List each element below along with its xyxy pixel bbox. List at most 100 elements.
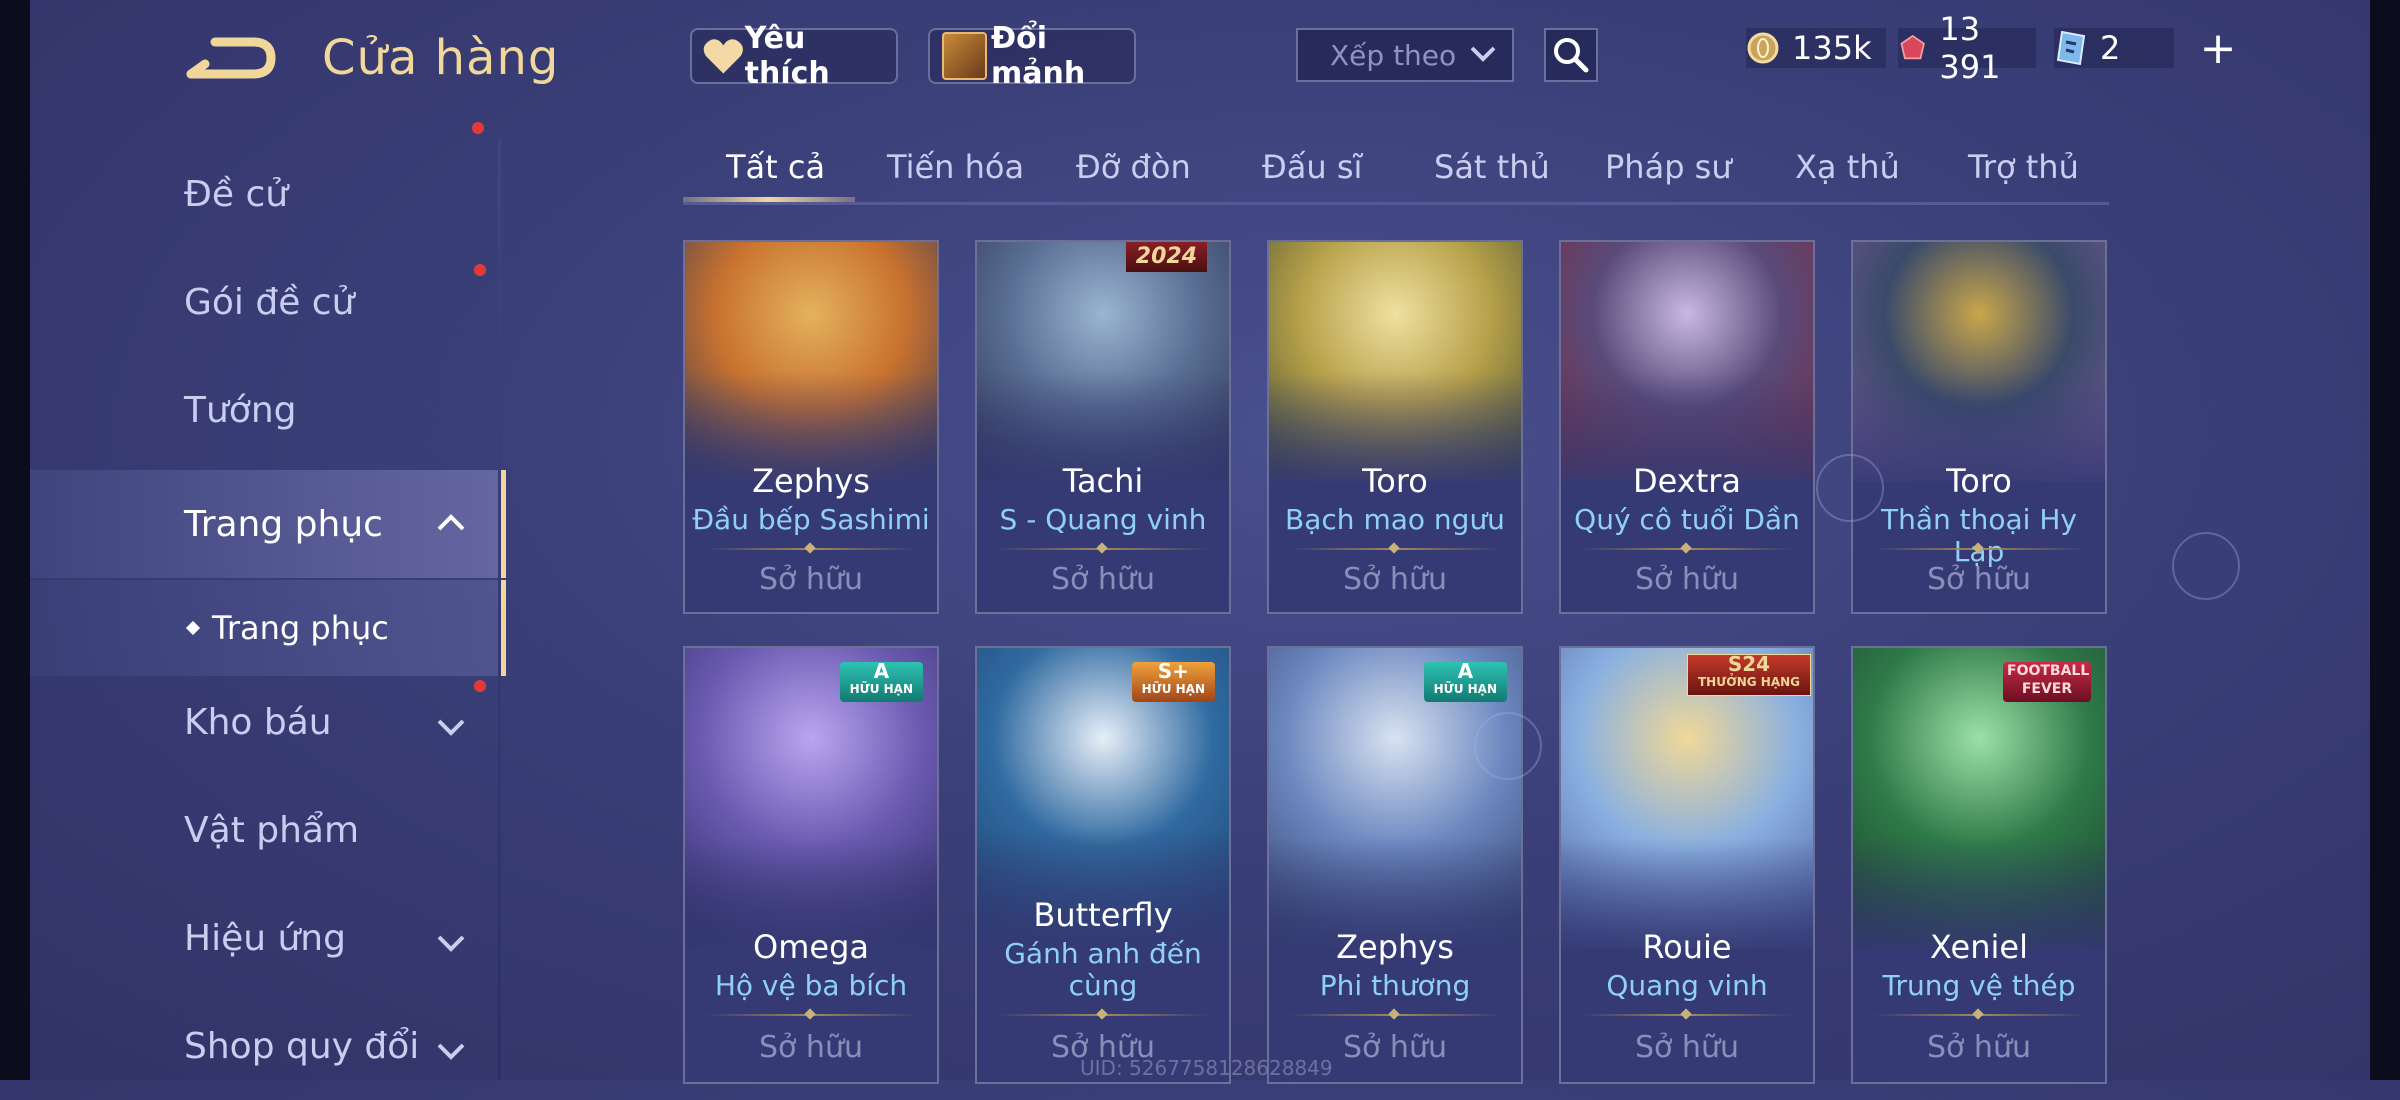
fragment-chest-icon [942, 32, 987, 80]
divider-ornament [1096, 542, 1108, 554]
notification-dot [472, 122, 484, 134]
back-arrow-icon [186, 37, 276, 79]
tab-mage[interactable]: Pháp sư [1605, 148, 1732, 186]
voucher-balance: 13 391 [1898, 10, 2036, 86]
skin-name: Quý cô tuổi Dần [1574, 503, 1800, 536]
screen-edge-left [0, 0, 30, 1080]
event-badge: FOOTBALL FEVER [2003, 662, 2091, 702]
badge-tier: S+ [1157, 659, 1189, 683]
divider-ornament [1680, 1008, 1692, 1020]
hero-name: Butterfly [1033, 896, 1173, 934]
hero-name: Dextra [1632, 462, 1741, 500]
divider-ornament [1388, 542, 1400, 554]
owned-status: Sở hữu [1927, 562, 2031, 597]
year-badge: 2024 [1125, 242, 1207, 272]
skin-card[interactable]: S+ HỮU HẠN Butterfly Gánh anh đến cùng Sở… [975, 646, 1231, 1084]
tab-tank[interactable]: Đỡ đòn [1076, 148, 1191, 186]
rarity-badge: S+ HỮU HẠN [1131, 659, 1215, 702]
heart-icon [703, 39, 743, 74]
divider-ornament [1388, 1008, 1400, 1020]
chevron-up-icon [436, 506, 466, 539]
gold-balance: 135k [1746, 28, 1886, 68]
hero-name: Xeniel [1930, 928, 2028, 966]
skin-card[interactable]: Toro Bạch mao ngưu Sở hữu [1267, 240, 1523, 614]
sidebar-item-exchange-shop[interactable]: Shop quy đổi [30, 992, 500, 1100]
favorites-button[interactable]: Yêu thích [690, 21, 898, 91]
badge-caption: HỮU HẠN [849, 682, 913, 696]
sidebar-item-effects[interactable]: Hiệu ứng [30, 884, 500, 992]
badge-caption: HỮU HẠN [1433, 682, 1497, 696]
owned-status: Sở hữu [1635, 562, 1739, 597]
skin-card[interactable]: Toro Thần thoại Hy Lạp Sở hữu [1851, 240, 2107, 614]
owned-status: Sở hữu [1051, 562, 1155, 597]
sort-label: Xếp theo [1330, 38, 1457, 72]
owned-status: Sở hữu [1927, 1030, 2031, 1065]
skin-name: Quang vinh [1606, 969, 1768, 1002]
divider-ornament [1096, 1008, 1108, 1020]
skin-card[interactable]: A HỮU HẠN Zephys Phi thương Sở hữu [1267, 646, 1523, 1084]
tab-evolution[interactable]: Tiến hóa [887, 148, 1024, 186]
search-button[interactable] [1544, 28, 1598, 82]
plus-icon: + [2199, 22, 2237, 74]
badge-caption: THƯỞNG HẠNG [1697, 675, 1800, 689]
screen-edge-right [2370, 0, 2400, 1080]
sidebar-item-featured[interactable]: Đề cử [30, 140, 500, 248]
tab-assassin[interactable]: Sát thủ [1434, 148, 1550, 186]
rarity-badge: A HỮU HẠN [1423, 661, 1507, 702]
floating-touch-indicator [2172, 532, 2240, 600]
skin-card[interactable]: FOOTBALL FEVER Xeniel Trung vệ thép Sở h… [1851, 646, 2107, 1084]
ticket-card-icon [2056, 30, 2086, 66]
tab-marksman[interactable]: Xạ thủ [1795, 148, 1900, 186]
exchange-fragments-label: Đổi mảnh [990, 21, 1086, 91]
sidebar-divider [498, 140, 501, 1080]
tab-support[interactable]: Trợ thủ [1968, 148, 2079, 186]
gold-amount: 135k [1792, 29, 1872, 67]
badge-tier: A [873, 659, 890, 683]
sort-dropdown[interactable]: Xếp theo [1296, 28, 1514, 82]
tab-fighter[interactable]: Đấu sĩ [1262, 148, 1362, 186]
skin-name: S - Quang vinh [999, 503, 1207, 536]
divider-ornament [804, 1008, 816, 1020]
hero-name: Zephys [752, 462, 870, 500]
skin-name: Thần thoại Hy Lạp [1881, 503, 2077, 568]
chevron-down-icon [436, 712, 466, 745]
floating-touch-indicator [1474, 712, 1542, 780]
skin-card[interactable]: S24 THƯỞNG HẠNG Rouie Quang vinh Sở hữu [1559, 646, 1815, 1084]
badge-caption: HỮU HẠN [1141, 682, 1205, 696]
active-tab-indicator [683, 197, 855, 202]
sidebar-item-items[interactable]: Vật phẩm [30, 776, 500, 884]
owned-status: Sở hữu [1635, 1030, 1739, 1065]
skin-card[interactable]: Zephys Đầu bếp Sashimi Sở hữu [683, 240, 939, 614]
skin-card[interactable]: 2024 Tachi S - Quang vinh Sở hữu [975, 240, 1231, 614]
exchange-fragments-button[interactable]: Đổi mảnh [928, 21, 1136, 91]
chevron-down-icon [436, 1036, 466, 1069]
skin-name: Gánh anh đến cùng [1004, 937, 1202, 1002]
floating-touch-indicator [1816, 454, 1884, 522]
sidebar-item-heroes[interactable]: Tướng [30, 356, 500, 464]
user-id: UID: 5267758128628849 [1080, 1056, 1333, 1080]
skin-card[interactable]: A HỮU HẠN Omega Hộ vệ ba bích Sở hữu [683, 646, 939, 1084]
sidebar-item-label: Tướng [184, 389, 297, 431]
sidebar-item-featured-packs[interactable]: Gói đề cử [30, 122, 500, 356]
skin-name: Bạch mao ngưu [1285, 503, 1505, 536]
sidebar-item-treasure[interactable]: Kho báu [30, 668, 500, 776]
gold-coin-icon [1747, 32, 1779, 64]
tab-all[interactable]: Tất cả [726, 148, 825, 186]
hero-name: Omega [753, 928, 869, 966]
search-icon [1554, 38, 1589, 73]
sidebar-item-skins[interactable]: Trang phục [30, 470, 506, 578]
ticket-balance: 2 [2054, 28, 2174, 68]
divider-ornament [1972, 1008, 1984, 1020]
bullet-icon [185, 620, 201, 636]
sidebar-item-label: Vật phẩm [184, 809, 360, 851]
sidebar-subitem-skins[interactable]: Trang phục [30, 580, 506, 676]
hero-name: Zephys [1336, 928, 1454, 966]
sidebar: Đề cử Gói đề cử Tướng Trang phục Trang p… [30, 122, 506, 1080]
add-currency-button[interactable]: + [2196, 23, 2240, 74]
back-button[interactable] [185, 30, 285, 90]
skin-card[interactable]: Dextra Quý cô tuổi Dần Sở hữu [1559, 240, 1815, 614]
sidebar-item-label: Đề cử [184, 173, 289, 215]
page-title: Cửa hàng [322, 30, 560, 86]
notification-dot [474, 680, 486, 692]
season-badge: S24 THƯỞNG HẠNG [1686, 654, 1811, 696]
